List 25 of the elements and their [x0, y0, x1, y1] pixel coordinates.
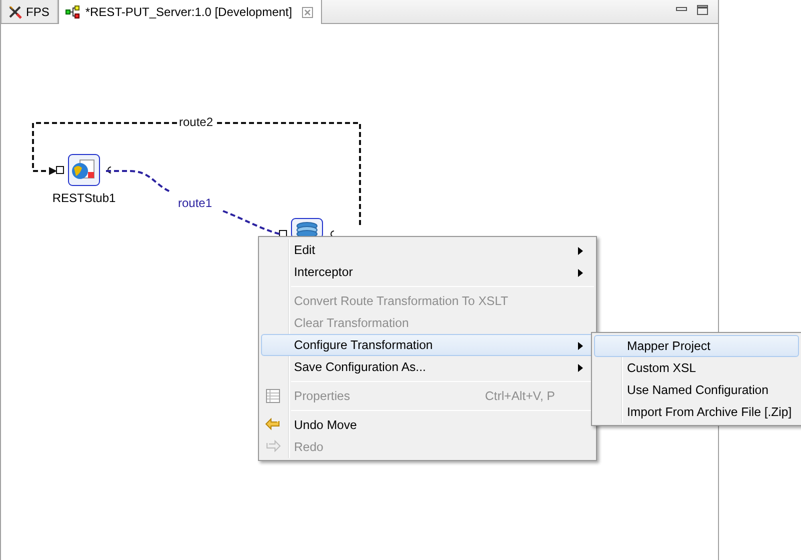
menu-item[interactable]: Configure Transformation [261, 334, 594, 356]
menu-item[interactable]: Save Configuration As... [261, 356, 594, 378]
menu-item[interactable]: Custom XSL [594, 357, 799, 379]
rest-stub-node-icon [68, 154, 100, 186]
menu-item[interactable]: Mapper Project [594, 335, 799, 357]
output-port-icon [108, 166, 112, 174]
menu-item[interactable]: Import From Archive File [.Zip] [594, 401, 799, 423]
menu-item[interactable]: Undo Move [261, 414, 594, 436]
route-label: route1 [178, 196, 212, 210]
maximize-icon[interactable] [697, 4, 708, 14]
diagram-icon [65, 5, 82, 19]
tools-icon [8, 4, 22, 18]
node-label: RESTStub1 [52, 191, 116, 205]
input-port-icon [56, 166, 64, 174]
menu-item[interactable]: Edit [261, 239, 594, 261]
shortcut-label: Ctrl+Alt+V, P [485, 388, 556, 405]
menu-item[interactable]: Interceptor [261, 261, 594, 283]
editor-tab[interactable]: FPS [1, 0, 58, 23]
close-icon[interactable] [302, 6, 314, 18]
route-label: route2 [178, 115, 214, 129]
menu-item[interactable]: Use Named Configuration [594, 379, 799, 401]
editor-tab[interactable]: *REST-PUT_Server:1.0 [Development] [58, 0, 322, 24]
redo-icon [265, 439, 281, 455]
undo-icon [265, 417, 281, 433]
table-icon [265, 388, 281, 404]
